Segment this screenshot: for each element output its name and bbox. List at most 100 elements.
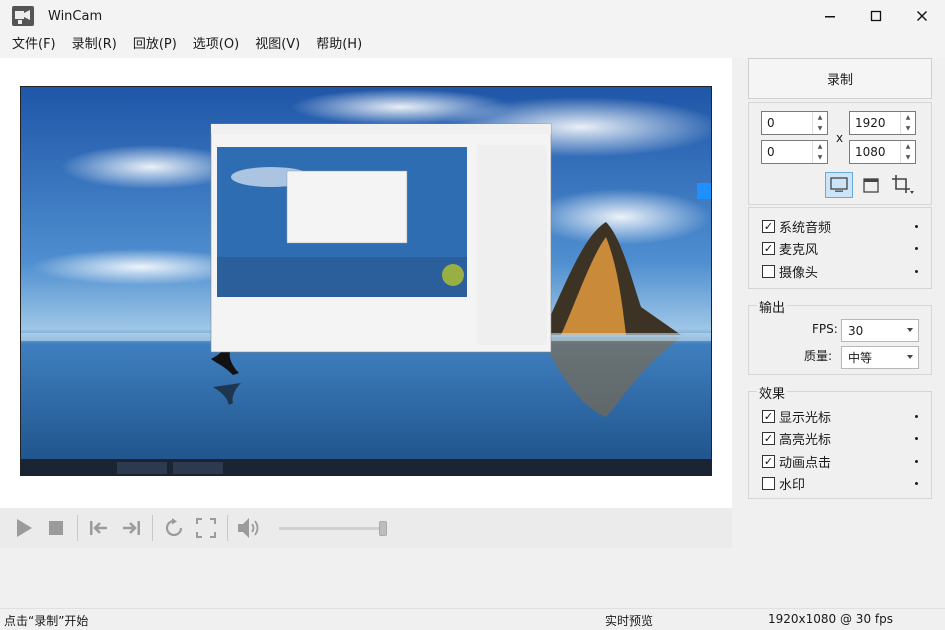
window-title: WinCam xyxy=(48,8,103,24)
chevron-down-icon xyxy=(907,355,913,359)
timeline-area xyxy=(0,548,732,608)
skip-to-start-button[interactable] xyxy=(87,516,111,540)
highlight-cursor-checkbox[interactable]: ✓ 高亮光标 xyxy=(762,428,918,448)
status-resolution: 1920x1080 @ 30 fps xyxy=(768,612,893,626)
webcam-checkbox[interactable]: 摄像头 xyxy=(762,261,918,281)
animate-clicks-checkbox[interactable]: ✓ 动画点击 xyxy=(762,451,918,471)
effects-panel: 效果 ✓ 显示光标 ✓ 高亮光标 ✓ 动画点击 水印 xyxy=(748,383,932,499)
region-height-input[interactable]: 1080 ▲ ▼ xyxy=(849,140,916,164)
option-dot-icon xyxy=(915,415,918,418)
stop-icon xyxy=(49,521,63,535)
system-audio-checkbox[interactable]: ✓ 系统音频 xyxy=(762,216,918,236)
spin-up-icon[interactable]: ▲ xyxy=(813,112,827,123)
checkbox-checked-icon: ✓ xyxy=(762,454,775,468)
watermark-checkbox[interactable]: 水印 xyxy=(762,473,918,493)
menu-file[interactable]: 文件(F) xyxy=(4,32,64,58)
spin-down-icon[interactable]: ▼ xyxy=(901,152,915,163)
output-group-title: 输出 xyxy=(757,297,788,316)
fullscreen-icon xyxy=(196,518,216,538)
divider xyxy=(152,515,153,541)
volume-slider-thumb[interactable] xyxy=(379,520,387,536)
menu-view[interactable]: 视图(V) xyxy=(247,32,308,58)
effects-group-title: 效果 xyxy=(757,383,788,402)
status-mode: 实时预览 xyxy=(605,614,654,628)
crop-icon xyxy=(892,175,914,194)
region-panel: 0 ▲ ▼ 0 ▲ ▼ x 1920 ▲ ▼ 1080 ▲ ▼ xyxy=(748,102,932,205)
watermark-label: 水印 xyxy=(779,477,806,493)
spin-up-icon[interactable]: ▲ xyxy=(901,141,915,152)
region-y-value: 0 xyxy=(767,145,775,159)
stop-button[interactable] xyxy=(44,516,68,540)
show-cursor-checkbox[interactable]: ✓ 显示光标 xyxy=(762,406,918,426)
close-icon xyxy=(917,11,927,21)
show-cursor-label: 显示光标 xyxy=(779,410,832,426)
spin-up-icon[interactable]: ▲ xyxy=(901,112,915,123)
option-dot-icon xyxy=(915,270,918,273)
audio-panel: ✓ 系统音频 ✓ 麦克风 摄像头 xyxy=(748,207,932,289)
spin-down-icon[interactable]: ▼ xyxy=(813,123,827,134)
checkbox-checked-icon: ✓ xyxy=(762,219,775,233)
checkbox-unchecked-icon xyxy=(762,476,775,490)
title-bar: WinCam xyxy=(0,0,945,32)
checkbox-checked-icon: ✓ xyxy=(762,431,775,445)
region-width-value: 1920 xyxy=(855,116,886,130)
checkbox-checked-icon: ✓ xyxy=(762,409,775,423)
loop-icon xyxy=(165,518,183,537)
status-hint: 点击“录制”开始 xyxy=(4,614,89,628)
option-dot-icon xyxy=(915,460,918,463)
menu-options[interactable]: 选项(O) xyxy=(185,32,247,58)
menu-playback[interactable]: 回放(P) xyxy=(125,32,185,58)
status-bar: 点击“录制”开始 实时预览 1920x1080 @ 30 fps xyxy=(0,608,945,630)
record-button[interactable]: 录制 xyxy=(748,58,932,99)
capture-window-button[interactable] xyxy=(857,172,885,198)
window-icon xyxy=(863,177,879,193)
play-icon xyxy=(17,519,32,537)
volume-icon xyxy=(238,518,259,538)
skip-start-icon xyxy=(90,521,107,535)
divider xyxy=(227,515,228,541)
chevron-down-icon xyxy=(907,328,913,332)
option-dot-icon xyxy=(915,482,918,485)
spin-down-icon[interactable]: ▼ xyxy=(813,152,827,163)
region-height-value: 1080 xyxy=(855,145,886,159)
loop-button[interactable] xyxy=(162,516,186,540)
menu-help[interactable]: 帮助(H) xyxy=(308,32,370,58)
fullscreen-button[interactable] xyxy=(194,516,218,540)
quality-select[interactable]: 中等 xyxy=(841,346,919,369)
microphone-checkbox[interactable]: ✓ 麦克风 xyxy=(762,238,918,258)
region-y-input[interactable]: 0 ▲ ▼ xyxy=(761,140,828,164)
fps-value: 30 xyxy=(848,323,864,338)
capture-region-button[interactable] xyxy=(889,172,917,198)
volume-button[interactable] xyxy=(237,516,261,540)
checkbox-checked-icon: ✓ xyxy=(762,241,775,255)
maximize-icon xyxy=(870,10,882,22)
option-dot-icon xyxy=(915,225,918,228)
region-x-value: 0 xyxy=(767,116,775,130)
checkbox-unchecked-icon xyxy=(762,264,775,278)
minimize-button[interactable] xyxy=(807,0,853,32)
spin-up-icon[interactable]: ▲ xyxy=(813,141,827,152)
desktop-preview-image xyxy=(21,87,711,475)
option-dot-icon xyxy=(915,437,918,440)
menu-record[interactable]: 录制(R) xyxy=(64,32,125,58)
highlight-cursor-label: 高亮光标 xyxy=(779,432,832,448)
close-button[interactable] xyxy=(899,0,945,32)
volume-slider[interactable] xyxy=(279,520,387,536)
maximize-button[interactable] xyxy=(853,0,899,32)
webcam-label: 摄像头 xyxy=(779,265,819,281)
spin-down-icon[interactable]: ▼ xyxy=(901,123,915,134)
playback-bar xyxy=(0,508,732,548)
region-width-input[interactable]: 1920 ▲ ▼ xyxy=(849,111,916,135)
fps-label: FPS: xyxy=(812,322,838,336)
capture-screen-button[interactable] xyxy=(825,172,853,198)
skip-to-end-button[interactable] xyxy=(119,516,143,540)
system-audio-label: 系统音频 xyxy=(779,220,832,236)
play-button[interactable] xyxy=(12,516,36,540)
preview-area xyxy=(0,58,732,508)
skip-end-icon xyxy=(123,521,140,535)
divider xyxy=(77,515,78,541)
region-x-input[interactable]: 0 ▲ ▼ xyxy=(761,111,828,135)
option-dot-icon xyxy=(915,247,918,250)
live-preview xyxy=(20,86,712,476)
fps-select[interactable]: 30 xyxy=(841,319,919,342)
